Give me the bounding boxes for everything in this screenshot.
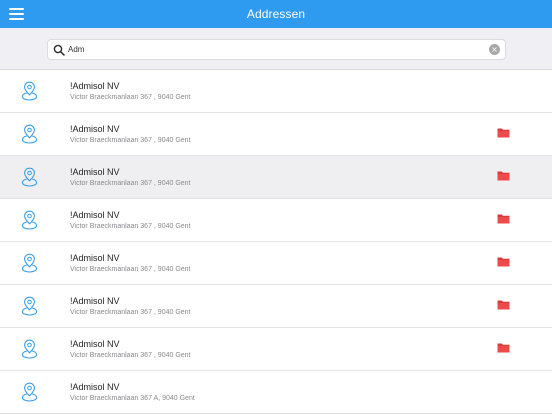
map-pin-icon: [21, 339, 38, 359]
address-list: !Admisol NV Victor Braeckmanlaan 367 , 9…: [0, 70, 552, 414]
address-row[interactable]: !Admisol NV Victor Braeckmanlaan 367 , 9…: [0, 242, 552, 285]
search-icon: [53, 44, 65, 56]
address-row[interactable]: !Admisol NV Victor Braeckmanlaan 367 , 9…: [0, 199, 552, 242]
address-name: !Admisol NV: [70, 296, 120, 306]
map-pin-icon: [21, 382, 38, 402]
address-name: !Admisol NV: [70, 81, 120, 91]
addresses-screen: Addressen × !Admisol NV Victor Braeckman…: [0, 0, 552, 414]
folder-icon[interactable]: [497, 213, 510, 224]
address-name: !Admisol NV: [70, 210, 120, 220]
search-bar: ×: [0, 28, 552, 70]
address-line: Victor Braeckmanlaan 367 , 9040 Gent: [70, 94, 191, 101]
menu-icon[interactable]: [9, 8, 24, 20]
address-line: Victor Braeckmanlaan 367 , 9040 Gent: [70, 137, 191, 144]
address-line: Victor Braeckmanlaan 367 , 9040 Gent: [70, 352, 191, 359]
search-input[interactable]: [68, 41, 483, 58]
menu-icon-bar: [9, 8, 24, 10]
page-title: Addressen: [246, 7, 306, 21]
folder-icon[interactable]: [497, 170, 510, 181]
address-name: !Admisol NV: [70, 124, 120, 134]
address-line: Victor Braeckmanlaan 367 , 9040 Gent: [70, 180, 191, 187]
address-row[interactable]: !Admisol NV Victor Braeckmanlaan 367 A, …: [0, 371, 552, 414]
address-row[interactable]: !Admisol NV Victor Braeckmanlaan 367 , 9…: [0, 156, 552, 199]
address-row[interactable]: !Admisol NV Victor Braeckmanlaan 367 , 9…: [0, 328, 552, 371]
folder-icon[interactable]: [497, 256, 510, 267]
search-field[interactable]: ×: [47, 39, 506, 60]
folder-icon[interactable]: [497, 127, 510, 138]
address-line: Victor Braeckmanlaan 367 , 9040 Gent: [70, 223, 191, 230]
address-name: !Admisol NV: [70, 382, 120, 392]
map-pin-icon: [21, 81, 38, 101]
address-line: Victor Braeckmanlaan 367 , 9040 Gent: [70, 309, 191, 316]
menu-icon-bar: [9, 18, 24, 20]
address-row[interactable]: !Admisol NV Victor Braeckmanlaan 367 , 9…: [0, 285, 552, 328]
map-pin-icon: [21, 253, 38, 273]
address-row[interactable]: !Admisol NV Victor Braeckmanlaan 367 , 9…: [0, 113, 552, 156]
address-name: !Admisol NV: [70, 167, 120, 177]
map-pin-icon: [21, 124, 38, 144]
menu-icon-bar: [9, 13, 24, 15]
map-pin-icon: [21, 210, 38, 230]
folder-icon[interactable]: [497, 299, 510, 310]
map-pin-icon: [21, 167, 38, 187]
navigation-bar: Addressen: [0, 0, 552, 28]
folder-icon[interactable]: [497, 342, 510, 353]
address-line: Victor Braeckmanlaan 367 , 9040 Gent: [70, 266, 191, 273]
map-pin-icon: [21, 296, 38, 316]
clear-icon[interactable]: ×: [489, 44, 500, 55]
address-line: Victor Braeckmanlaan 367 A, 9040 Gent: [70, 395, 195, 402]
address-name: !Admisol NV: [70, 253, 120, 263]
address-row[interactable]: !Admisol NV Victor Braeckmanlaan 367 , 9…: [0, 70, 552, 113]
address-name: !Admisol NV: [70, 339, 120, 349]
